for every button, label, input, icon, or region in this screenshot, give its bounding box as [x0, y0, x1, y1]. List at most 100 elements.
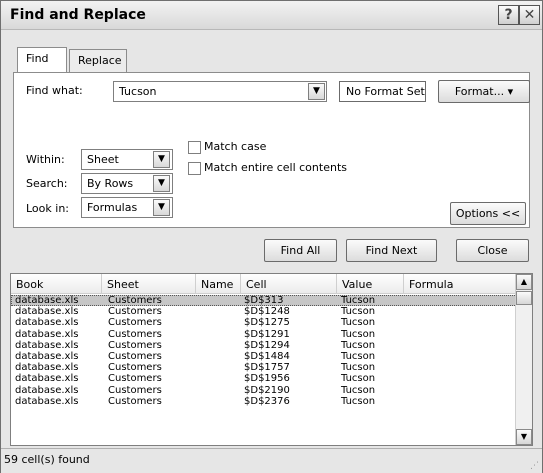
tab-find-label: Find — [26, 52, 49, 65]
column-header-sheet[interactable]: Sheet — [102, 274, 196, 294]
table-cell: $D$2376 — [244, 395, 290, 407]
table-cell: database.xls — [15, 351, 79, 362]
look-in-dropdown[interactable]: ▼ — [153, 199, 170, 216]
close-icon: ✕ — [523, 7, 536, 23]
table-row[interactable]: database.xls Customers $D$1275 Tucson — [11, 317, 517, 328]
table-cell: Customers — [108, 339, 162, 351]
scroll-down-button[interactable]: ▼ — [516, 429, 532, 445]
table-row[interactable]: database.xls Customers $D$1757 Tucson — [11, 362, 517, 373]
table-row[interactable]: database.xls Customers $D$1956 Tucson — [11, 373, 517, 384]
table-row[interactable]: database.xls Customers $D$2376 Tucson — [11, 396, 517, 407]
table-cell: Tucson — [341, 328, 376, 340]
close-button[interactable]: Close — [456, 239, 529, 262]
table-cell: database.xls — [15, 339, 79, 351]
find-next-button[interactable]: Find Next — [346, 239, 437, 262]
search-dropdown[interactable]: ▼ — [153, 175, 170, 192]
table-cell: database.xls — [15, 362, 79, 374]
within-dropdown[interactable]: ▼ — [153, 151, 170, 168]
column-header-formula[interactable]: Formula — [404, 274, 517, 294]
help-button[interactable]: ? — [498, 5, 519, 25]
chevron-down-icon: ▼ — [158, 154, 165, 164]
chevron-up-icon: ▲ — [520, 277, 528, 286]
format-button-label: Format... — [454, 85, 505, 98]
find-all-button[interactable]: Find All — [264, 239, 337, 262]
table-cell: Tucson — [341, 395, 376, 407]
find-what-input[interactable]: Tucson — [113, 81, 327, 102]
dialog-title: Find and Replace — [10, 7, 146, 23]
table-cell: $D$1956 — [244, 373, 290, 385]
tab-replace-label: Replace — [78, 54, 122, 67]
table-cell: $D$1757 — [244, 362, 290, 374]
help-icon: ? — [504, 7, 513, 23]
table-cell: database.xls — [15, 317, 79, 329]
table-cell: Tucson — [341, 339, 376, 351]
table-cell: Customers — [108, 384, 162, 396]
status-text: 59 cell(s) found — [4, 453, 90, 466]
format-button[interactable]: Format... ▾ — [438, 80, 530, 103]
scroll-thumb[interactable] — [516, 291, 532, 305]
table-cell: Tucson — [341, 373, 376, 385]
tab-replace[interactable]: Replace — [69, 49, 127, 72]
table-cell: database.xls — [15, 328, 79, 340]
find-panel: Find what: Tucson ▼ No Format Set Format… — [13, 72, 530, 228]
match-case-checkbox[interactable] — [188, 141, 201, 154]
table-row[interactable]: database.xls Customers $D$2190 Tucson — [11, 385, 517, 396]
table-row[interactable]: database.xls Customers $D$1484 Tucson — [11, 351, 517, 362]
table-cell: database.xls — [15, 373, 79, 385]
table-cell: Tucson — [341, 306, 376, 318]
table-cell: Customers — [108, 328, 162, 340]
table-cell: database.xls — [15, 395, 79, 407]
scroll-up-button[interactable]: ▲ — [516, 274, 532, 290]
resize-grip-icon[interactable]: ⋰ — [530, 461, 540, 471]
column-header-book[interactable]: Book — [11, 274, 102, 294]
table-cell: $D$1484 — [244, 351, 290, 362]
table-cell: Customers — [108, 373, 162, 385]
table-row[interactable]: database.xls Customers $D$1248 Tucson — [11, 306, 517, 317]
results-scrollbar[interactable]: ▲ ▼ — [515, 274, 532, 445]
table-cell: $D$2190 — [244, 384, 290, 396]
find-what-dropdown[interactable]: ▼ — [308, 83, 325, 100]
look-in-label: Look in: — [26, 202, 69, 215]
chevron-down-icon: ▼ — [313, 86, 320, 96]
find-what-label: Find what: — [26, 84, 83, 97]
match-entire-label[interactable]: Match entire cell contents — [204, 161, 347, 174]
table-cell: Customers — [108, 295, 162, 306]
table-cell: Customers — [108, 306, 162, 318]
title-bar[interactable]: Find and Replace ? ✕ — [1, 1, 542, 30]
table-cell: database.xls — [15, 306, 79, 318]
chevron-down-icon: ▼ — [158, 178, 165, 188]
search-label: Search: — [26, 177, 68, 190]
format-preview: No Format Set — [339, 81, 426, 102]
format-dropdown-icon: ▾ — [507, 85, 514, 98]
column-header-name[interactable]: Name — [196, 274, 241, 294]
table-cell: database.xls — [15, 295, 79, 306]
table-cell: database.xls — [15, 384, 79, 396]
table-cell: Tucson — [341, 384, 376, 396]
table-cell: Tucson — [341, 362, 376, 374]
chevron-down-icon: ▼ — [158, 202, 165, 212]
column-header-cell[interactable]: Cell — [241, 274, 337, 294]
column-header-value[interactable]: Value — [337, 274, 404, 294]
status-bar: 59 cell(s) found ⋰ — [1, 448, 542, 473]
table-cell: $D$1294 — [244, 339, 290, 351]
table-row[interactable]: database.xls Customers $D$313 Tucson — [11, 295, 517, 306]
table-cell: Customers — [108, 351, 162, 362]
table-cell: Tucson — [341, 295, 376, 306]
match-case-label[interactable]: Match case — [204, 140, 266, 153]
chevron-down-icon: ▼ — [520, 432, 528, 441]
table-row[interactable]: database.xls Customers $D$1294 Tucson — [11, 340, 517, 351]
options-button[interactable]: Options << — [450, 202, 526, 225]
table-cell: $D$1275 — [244, 317, 290, 329]
table-cell: Tucson — [341, 317, 376, 329]
table-row[interactable]: database.xls Customers $D$1291 Tucson — [11, 329, 517, 340]
results-list[interactable]: Book Sheet Name Cell Value Formula datab… — [10, 273, 533, 446]
table-cell: Customers — [108, 317, 162, 329]
table-cell: $D$1291 — [244, 328, 290, 340]
table-cell: Customers — [108, 362, 162, 374]
find-replace-dialog: Find and Replace ? ✕ Find Replace Find w… — [0, 0, 543, 473]
match-entire-checkbox[interactable] — [188, 162, 201, 175]
table-cell: Customers — [108, 395, 162, 407]
tab-find[interactable]: Find — [17, 47, 67, 72]
close-window-button[interactable]: ✕ — [519, 5, 540, 25]
table-cell: $D$313 — [244, 295, 284, 306]
